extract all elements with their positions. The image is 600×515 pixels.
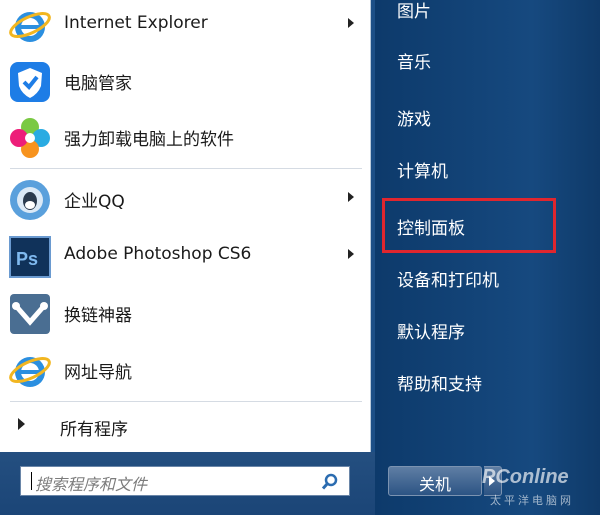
right-item-devices-printers[interactable]: 设备和打印机 [397, 266, 499, 291]
watermark-brand: PConline [482, 466, 569, 488]
all-programs-label: 所有程序 [60, 420, 128, 440]
program-pc-manager[interactable]: 电脑管家 [0, 54, 370, 108]
program-label: 换链神器 [64, 306, 132, 326]
start-menu-right-panel: 图片 音乐 游戏 计算机 控制面板 设备和打印机 默认程序 帮助和支持 [375, 0, 600, 515]
watermark-sub: 太平洋电脑网 [490, 494, 574, 507]
internet-explorer-icon [9, 12, 51, 42]
right-item-help-support[interactable]: 帮助和支持 [397, 370, 482, 395]
submenu-arrow-icon[interactable] [348, 192, 354, 202]
program-enterprise-qq[interactable]: 企业QQ [0, 172, 370, 226]
enterprise-qq-icon [10, 180, 50, 220]
program-label: Internet Explorer [64, 13, 208, 33]
right-item-music[interactable]: 音乐 [397, 48, 431, 73]
right-item-computer[interactable]: 计算机 [397, 157, 448, 182]
internet-explorer-icon [9, 357, 51, 387]
all-programs-button[interactable]: 所有程序 [0, 406, 370, 446]
photoshop-icon: Ps [9, 236, 51, 278]
program-list: Internet Explorer 电脑管家 强力卸载电脑上的软件 企业QQ P… [0, 0, 371, 452]
program-link-tool[interactable]: 换链神器 [0, 286, 370, 340]
search-input[interactable]: 搜索程序和文件 [20, 466, 350, 496]
link-tool-icon [10, 294, 50, 334]
highlight-box [382, 198, 556, 253]
right-item-games[interactable]: 游戏 [397, 105, 431, 130]
expand-arrow-icon [18, 418, 25, 430]
program-label: 强力卸载电脑上的软件 [64, 130, 234, 150]
program-label: 网址导航 [64, 363, 132, 383]
search-icon[interactable] [321, 473, 339, 491]
watermark: PConline 太平洋电脑网 [476, 466, 596, 510]
submenu-arrow-icon[interactable] [348, 18, 354, 28]
search-placeholder: 搜索程序和文件 [35, 475, 148, 494]
pc-manager-icon [10, 62, 50, 102]
submenu-arrow-icon[interactable] [348, 249, 354, 259]
program-label: 电脑管家 [64, 74, 132, 94]
program-web-navigation[interactable]: 网址导航 [0, 343, 370, 397]
program-photoshop[interactable]: Ps Adobe Photoshop CS6 [0, 229, 370, 283]
shutdown-button[interactable]: 关机 [388, 466, 482, 496]
program-label: Adobe Photoshop CS6 [64, 244, 252, 264]
separator [10, 168, 362, 169]
uninstaller-icon [10, 118, 50, 158]
svg-text:Ps: Ps [16, 249, 38, 269]
separator [10, 401, 362, 402]
text-caret [31, 472, 32, 490]
program-internet-explorer[interactable]: Internet Explorer [0, 0, 370, 52]
shutdown-label: 关机 [418, 475, 451, 494]
right-item-default-programs[interactable]: 默认程序 [397, 318, 465, 343]
program-uninstaller[interactable]: 强力卸载电脑上的软件 [0, 110, 370, 164]
right-item-pictures[interactable]: 图片 [397, 0, 431, 22]
program-label: 企业QQ [64, 192, 125, 212]
